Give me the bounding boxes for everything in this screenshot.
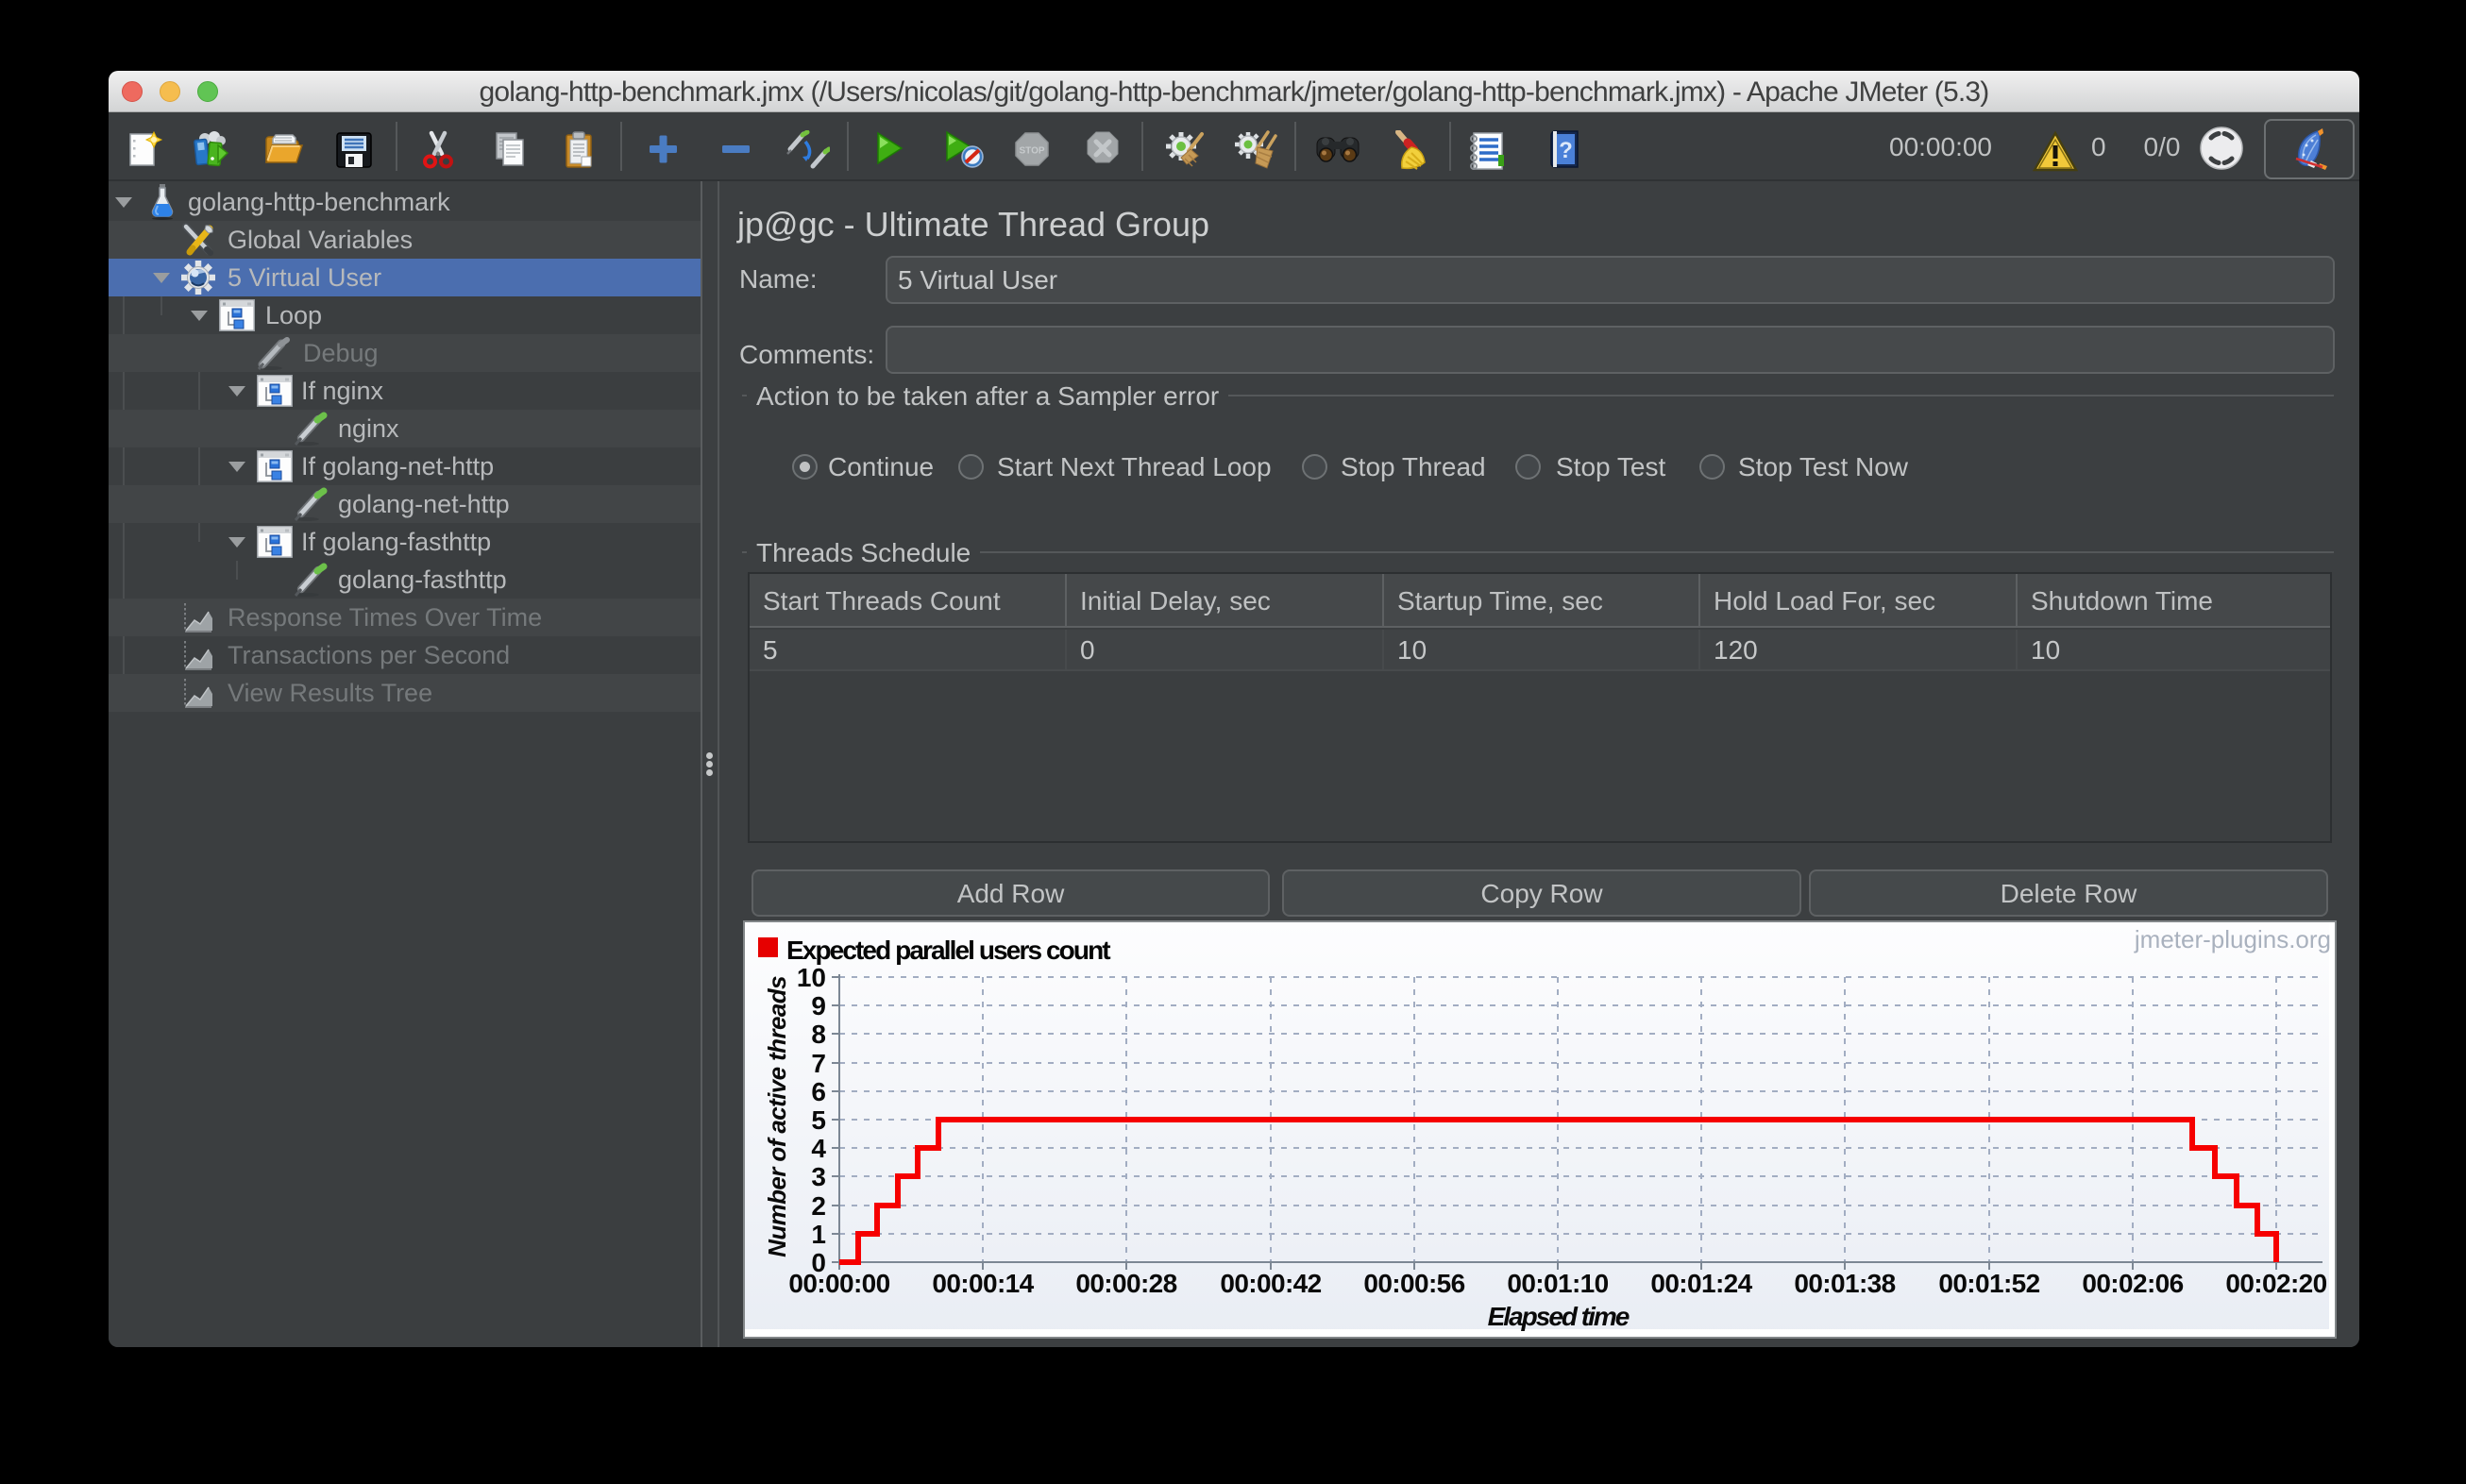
svg-text:STOP: STOP (1019, 146, 1044, 157)
svg-text:00:00:42: 00:00:42 (1220, 1269, 1321, 1298)
svg-text:1: 1 (811, 1220, 826, 1249)
svg-text:6: 6 (811, 1077, 826, 1106)
svg-text:00:00:14: 00:00:14 (932, 1269, 1034, 1298)
svg-text:Expected parallel users count: Expected parallel users count (786, 936, 1110, 965)
svg-text:00:00:56: 00:00:56 (1363, 1269, 1464, 1298)
svg-text:00:01:38: 00:01:38 (1794, 1269, 1895, 1298)
svg-text:00:00:00: 00:00:00 (788, 1269, 889, 1298)
svg-text:Elapsed time: Elapsed time (1488, 1302, 1630, 1331)
svg-text:jmeter-plugins.org: jmeter-plugins.org (2134, 925, 2331, 953)
svg-text:00:02:06: 00:02:06 (2082, 1269, 2183, 1298)
svg-text:00:00:28: 00:00:28 (1075, 1269, 1176, 1298)
svg-text:9: 9 (811, 991, 826, 1020)
svg-text:Number of active threads: Number of active threads (763, 976, 791, 1257)
svg-text:00:01:52: 00:01:52 (1938, 1269, 2039, 1298)
svg-text:00:02:20: 00:02:20 (2225, 1269, 2326, 1298)
svg-text:?: ? (1559, 138, 1573, 163)
svg-text:3: 3 (811, 1162, 826, 1191)
svg-text:00:01:10: 00:01:10 (1507, 1269, 1608, 1298)
svg-text:8: 8 (811, 1020, 826, 1049)
svg-text:10: 10 (797, 963, 826, 992)
svg-text:4: 4 (811, 1134, 826, 1163)
svg-text:2: 2 (811, 1191, 826, 1221)
svg-text:5: 5 (811, 1105, 826, 1135)
svg-text:00:01:24: 00:01:24 (1650, 1269, 1752, 1298)
svg-text:7: 7 (811, 1049, 826, 1078)
